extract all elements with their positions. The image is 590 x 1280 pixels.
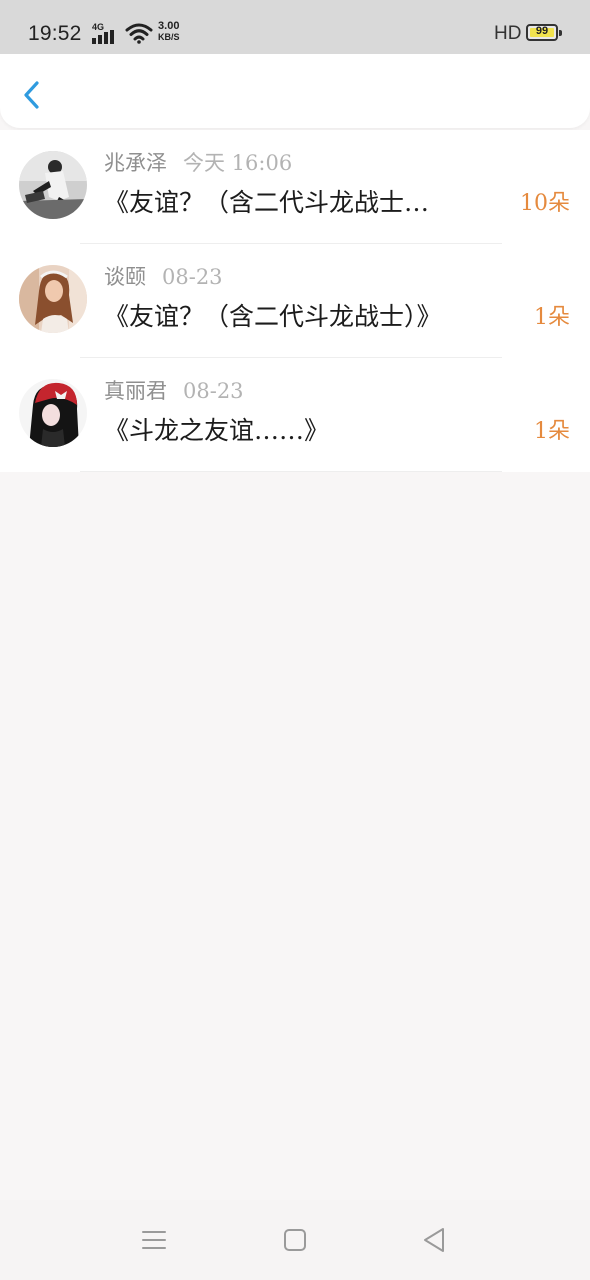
gift-record-list: 兆承泽 今天 16:06 《友谊？（含二代斗龙战士… 10朵 谈颐 08-23 《友…	[0, 130, 590, 472]
home-button[interactable]	[277, 1222, 313, 1258]
battery-level: 99	[535, 25, 549, 37]
article-title: 《斗龙之友谊……》	[104, 416, 330, 445]
menu-icon	[142, 1231, 166, 1249]
status-time: 19:52	[28, 22, 82, 45]
avatar[interactable]	[19, 379, 87, 447]
flower-count: 1朵	[534, 305, 570, 330]
flower-count: 10朵	[520, 191, 570, 216]
article-title: 《友谊？（含二代斗龙战士…	[104, 188, 430, 217]
system-back-button[interactable]	[416, 1222, 452, 1258]
item-meta: 谈颐 08-23	[104, 263, 223, 291]
back-icon	[424, 1228, 444, 1252]
network-speed-value: 3.00	[158, 20, 180, 32]
hd-label: HD	[494, 23, 522, 44]
wifi-icon	[125, 23, 153, 44]
item-date: 08-23	[162, 265, 223, 289]
sender-name: 兆承泽	[104, 151, 167, 175]
back-button[interactable]	[14, 74, 50, 114]
chevron-left-icon	[24, 81, 39, 109]
item-date: 08-23	[183, 379, 244, 403]
battery-icon: 99	[526, 24, 562, 41]
list-item[interactable]: 真丽君 08-23 《斗龙之友谊……》 1朵	[0, 358, 590, 472]
sender-name: 谈颐	[104, 265, 146, 289]
flower-count: 1朵	[534, 419, 570, 444]
network-speed-unit: KB/S	[158, 32, 180, 42]
system-nav-bar	[0, 1200, 590, 1280]
item-meta: 真丽君 08-23	[104, 377, 244, 405]
network-speed: 3.00 KB/S	[158, 21, 180, 43]
item-date: 今天 16:06	[183, 151, 293, 175]
divider	[80, 471, 502, 472]
avatar[interactable]	[19, 265, 87, 333]
list-item[interactable]: 谈颐 08-23 《友谊？（含二代斗龙战士）》 1朵	[0, 244, 590, 358]
signal-icon: 4G	[92, 22, 120, 44]
sender-name: 真丽君	[104, 379, 167, 403]
avatar[interactable]	[19, 151, 87, 219]
status-bar: 19:52 4G 3.00 KB/S HD 99	[0, 0, 590, 54]
item-meta: 兆承泽 今天 16:06	[104, 149, 292, 177]
header-bar	[0, 54, 590, 128]
menu-button[interactable]	[136, 1222, 172, 1258]
list-item[interactable]: 兆承泽 今天 16:06 《友谊？（含二代斗龙战士… 10朵	[0, 130, 590, 244]
article-title: 《友谊？（含二代斗龙战士）》	[104, 302, 442, 331]
home-icon	[284, 1229, 306, 1251]
